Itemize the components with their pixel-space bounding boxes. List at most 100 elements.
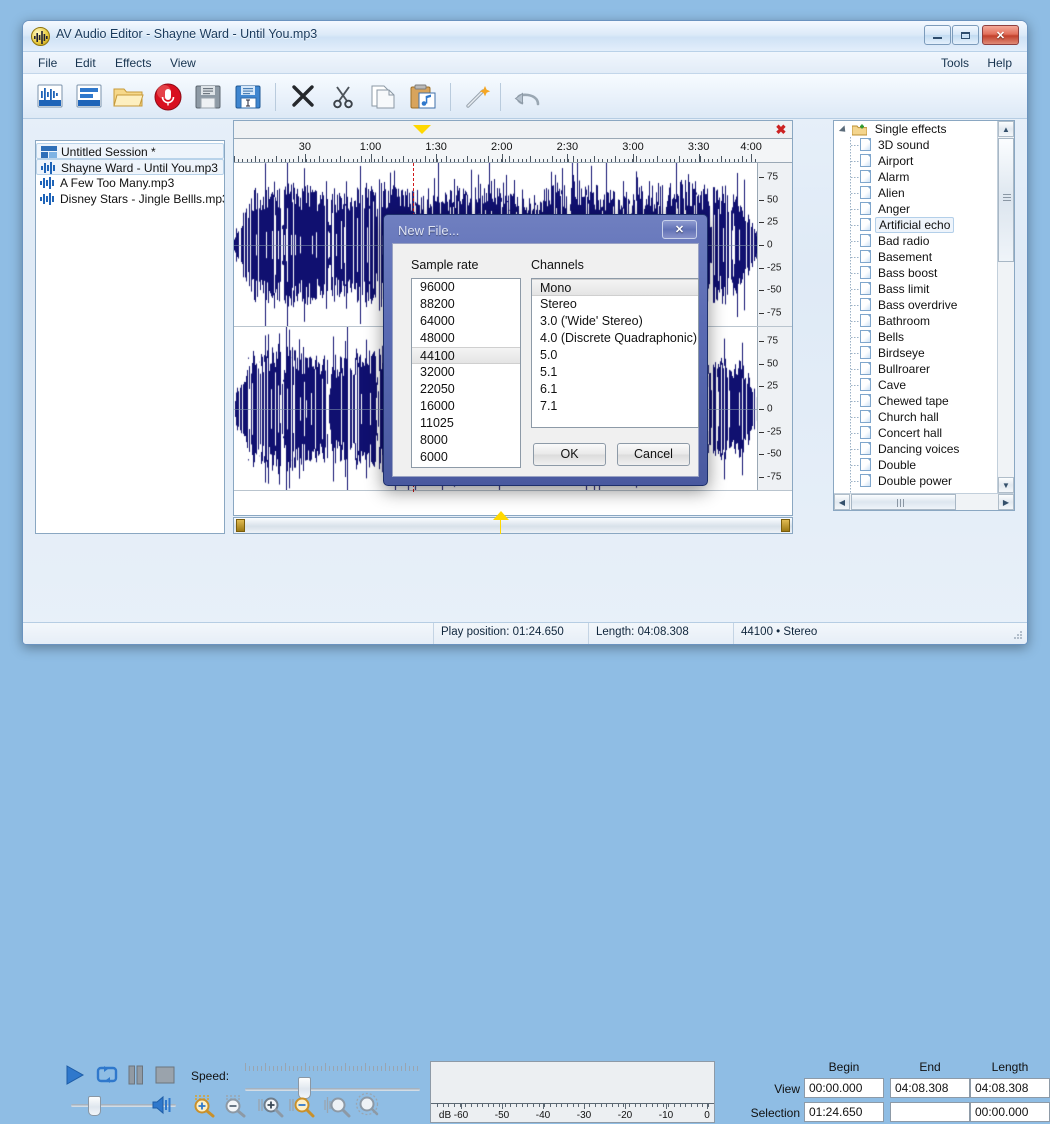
zoom-in-vertical-button[interactable] [191,1092,217,1121]
dialog-close-button[interactable]: ✕ [662,220,697,239]
sample-rate-option[interactable]: 96000 [412,279,520,296]
channel-option[interactable]: 4.0 (Discrete Quadraphonic) [532,330,698,347]
play-button[interactable] [63,1064,87,1089]
view-begin-field[interactable]: 00:00.000 [804,1078,884,1098]
sample-rate-option[interactable]: 8000 [412,432,520,449]
speed-slider-track[interactable] [245,1088,420,1091]
effect-item[interactable]: Church hall [834,409,997,425]
effect-item[interactable]: Bass boost [834,265,997,281]
zoom-to-selection-button[interactable] [354,1092,380,1121]
effect-item[interactable]: Bullroarer [834,361,997,377]
effects-wand-button[interactable] [460,79,496,115]
menu-edit[interactable]: Edit [68,55,103,72]
channel-option[interactable]: 5.1 [532,364,698,381]
channels-listbox[interactable]: Mono Stereo 3.0 ('Wide' Stereo) 4.0 (Discre… [531,278,699,428]
effects-tree[interactable]: Single effects 3D sound Airport Alarm Alien… [834,121,997,493]
effect-item[interactable]: Dancing voices [834,441,997,457]
effect-item[interactable]: Bass overdrive [834,297,997,313]
selection-length-field[interactable]: 00:00.000 [970,1102,1050,1122]
effect-item[interactable]: Double power [834,473,997,489]
copy-button[interactable] [365,79,401,115]
channel-option[interactable]: Stereo [532,296,698,313]
sample-rate-listbox[interactable]: 96000 88200 64000 48000 44100 32000 22050 16000… [411,278,521,468]
maximize-button[interactable] [952,25,979,45]
paste-button[interactable] [405,79,441,115]
effect-item[interactable]: Bass limit [834,281,997,297]
sample-rate-option[interactable]: 16000 [412,398,520,415]
channel-option[interactable]: 7.1 [532,398,698,415]
expand-arrow-icon[interactable] [838,125,849,135]
menu-tools[interactable]: Tools [934,55,976,72]
close-waveform-button[interactable]: ✖ [774,123,788,137]
effects-horizontal-scrollbar[interactable]: ◀ ▶ [834,493,1014,510]
sample-rate-option[interactable]: 6000 [412,449,520,466]
effect-item[interactable]: Alarm [834,169,997,185]
playhead-ruler[interactable]: ✖ [234,121,792,139]
open-button[interactable] [110,79,146,115]
delete-button[interactable] [285,79,321,115]
channel-option[interactable]: 6.1 [532,381,698,398]
menu-file[interactable]: File [31,55,64,72]
record-button[interactable] [150,79,186,115]
scroll-down-button[interactable]: ▼ [998,477,1014,493]
effect-item[interactable]: Basement [834,249,997,265]
resize-grip-icon[interactable] [1011,629,1023,641]
ok-button[interactable]: OK [533,443,606,466]
effect-item[interactable]: Bathroom [834,313,997,329]
zoom-in-horizontal-button[interactable] [257,1092,285,1121]
sample-rate-option[interactable]: 11025 [412,415,520,432]
effect-item[interactable]: 3D sound [834,137,997,153]
sample-rate-option[interactable]: 22050 [412,381,520,398]
new-file-dialog[interactable]: New File... ✕ Sample rate Channels 96000… [383,214,708,486]
close-window-button[interactable]: ✕ [982,25,1019,45]
new-session-button[interactable] [71,79,107,115]
pause-button[interactable] [126,1064,146,1089]
effect-item[interactable]: Chewed tape [834,393,997,409]
effect-item[interactable]: Anger [834,201,997,217]
effect-item[interactable]: Birdseye [834,345,997,361]
undo-button[interactable] [510,79,546,115]
sample-rate-option[interactable]: 48000 [412,330,520,347]
effect-item[interactable]: Artificial echo [834,217,997,233]
selection-end-field[interactable] [890,1102,970,1122]
effect-item[interactable]: Concert hall [834,425,997,441]
volume-slider-thumb[interactable] [88,1096,101,1116]
sample-rate-option[interactable]: 44100 [412,347,520,364]
effects-root-node[interactable]: Single effects [834,121,997,137]
zoom-full-button[interactable] [323,1092,351,1121]
effect-item[interactable]: Airport [834,153,997,169]
menu-help[interactable]: Help [980,55,1019,72]
speaker-icon[interactable] [151,1095,175,1118]
scroll-thumb-horizontal[interactable] [851,494,956,510]
effects-vertical-scrollbar[interactable]: ▲ ▼ [997,121,1014,493]
effect-item[interactable]: Double [834,457,997,473]
selection-begin-field[interactable]: 01:24.650 [804,1102,884,1122]
new-file-button[interactable] [32,79,68,115]
sample-rate-option[interactable]: 88200 [412,296,520,313]
loop-button[interactable] [95,1064,119,1089]
channel-option[interactable]: Mono [532,279,698,296]
channel-option[interactable]: 5.0 [532,347,698,364]
minimize-button[interactable] [924,25,951,45]
scroll-left-button[interactable]: ◀ [834,494,850,510]
zoom-out-horizontal-button[interactable] [288,1092,316,1121]
zoom-out-vertical-button[interactable] [222,1092,248,1121]
scroll-thumb-vertical[interactable] [998,138,1014,262]
list-item[interactable]: Untitled Session * [36,143,224,159]
save-button[interactable] [190,79,226,115]
save-as-button[interactable] [230,79,266,115]
effect-item[interactable]: Bad radio [834,233,997,249]
view-length-field[interactable]: 04:08.308 [970,1078,1050,1098]
sample-rate-option[interactable]: 64000 [412,313,520,330]
list-item[interactable]: A Few Too Many.mp3 [36,175,224,191]
scroll-up-button[interactable]: ▲ [998,121,1014,137]
list-item[interactable]: Disney Stars - Jingle Bellls.mp3 [36,191,224,207]
view-end-field[interactable]: 04:08.308 [890,1078,970,1098]
effects-panel[interactable]: Single effects 3D sound Airport Alarm Alien… [833,120,1015,511]
channel-option[interactable]: 3.0 ('Wide' Stereo) [532,313,698,330]
menu-view[interactable]: View [163,55,203,72]
list-item[interactable]: Shayne Ward - Until You.mp3 [36,159,224,175]
cut-button[interactable] [325,79,361,115]
effect-item[interactable]: Bells [834,329,997,345]
scroll-right-button[interactable]: ▶ [998,494,1014,510]
